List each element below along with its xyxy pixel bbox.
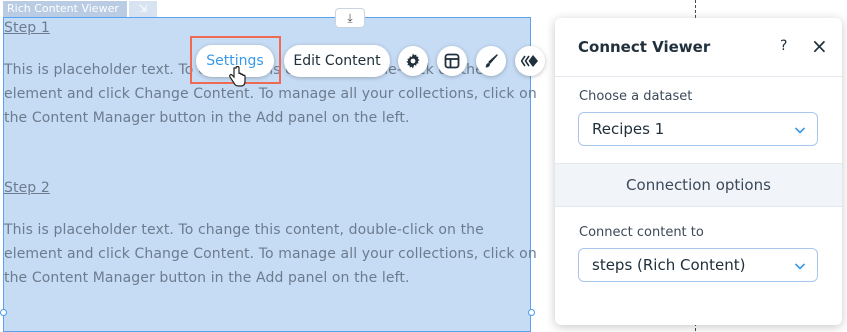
dataset-label: Choose a dataset [579, 89, 693, 104]
gear-icon[interactable] [398, 46, 428, 76]
connection-options-section: Connection options [555, 163, 842, 207]
dataset-select[interactable]: Recipes 1 [578, 112, 818, 146]
resize-handle-left[interactable] [0, 309, 7, 316]
chevron-down-icon [793, 122, 807, 141]
connect-icon[interactable]: ⇲ [129, 1, 157, 17]
element-type-tag: Rich Content Viewer [3, 1, 127, 17]
chevron-down-icon [793, 258, 807, 277]
animation-icon[interactable] [515, 46, 545, 76]
step2-heading: Step 2 [4, 180, 50, 196]
dataset-select-value: Recipes 1 [592, 120, 665, 138]
resize-handle-right[interactable] [528, 309, 535, 316]
layout-icon[interactable] [437, 46, 467, 76]
connection-options-title: Connection options [626, 176, 771, 194]
download-anchor-icon[interactable]: ⤓ [335, 8, 365, 28]
connect-viewer-panel: Connect Viewer ? × Choose a dataset Reci… [555, 18, 842, 325]
edit-content-button[interactable]: Edit Content [284, 45, 390, 77]
help-icon[interactable]: ? [780, 38, 787, 54]
connect-content-select[interactable]: steps (Rich Content) [578, 248, 818, 282]
hand-cursor-icon [228, 65, 246, 92]
close-icon[interactable]: × [811, 34, 828, 58]
step1-heading: Step 1 [4, 20, 50, 36]
panel-title: Connect Viewer [578, 38, 711, 56]
connect-content-select-value: steps (Rich Content) [592, 256, 746, 274]
design-brush-icon[interactable] [476, 46, 506, 76]
step2-paragraph: This is placeholder text. To change this… [4, 222, 537, 286]
connect-content-label: Connect content to [579, 225, 704, 240]
